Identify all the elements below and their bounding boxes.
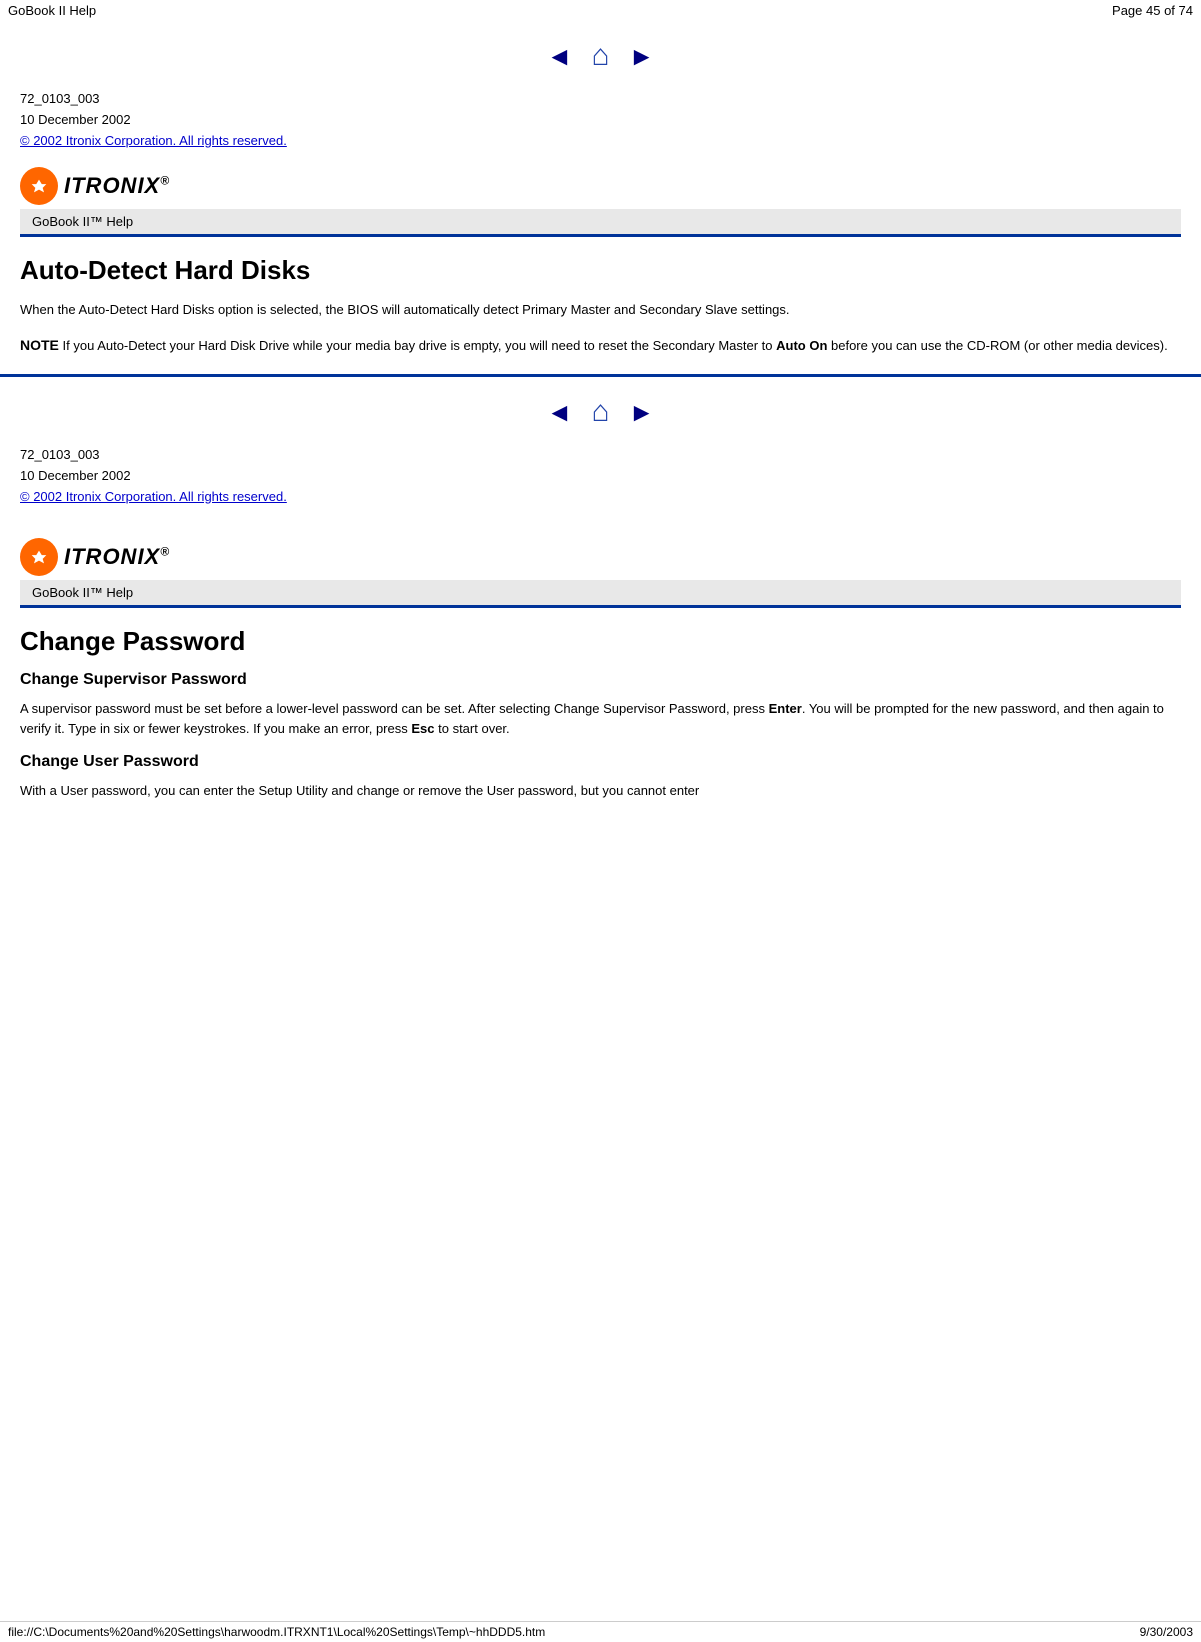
date: 9/30/2003 bbox=[1140, 1625, 1193, 1639]
registered-mark-1: ® bbox=[160, 174, 170, 188]
forward-icon-2[interactable]: ► bbox=[629, 397, 655, 427]
note-bold: Auto On bbox=[776, 338, 827, 353]
home-icon-2[interactable]: ⌂ bbox=[591, 395, 609, 428]
filepath: file://C:\Documents%20and%20Settings\har… bbox=[8, 1625, 545, 1639]
body1-part3: to start over. bbox=[435, 721, 510, 736]
subheading2: Change User Password bbox=[20, 753, 1181, 771]
note-text-2: before you can use the CD-ROM (or other … bbox=[827, 338, 1167, 353]
gobook-header-1: GoBook II™ Help bbox=[20, 209, 1181, 237]
logo-area-2: ITRONIX® bbox=[20, 538, 1181, 576]
top-bar: GoBook II Help Page 45 of 74 bbox=[0, 0, 1201, 21]
copyright-link-2[interactable]: © 2002 Itronix Corporation. All rights r… bbox=[20, 489, 287, 504]
gobook-header-2: GoBook II™ Help bbox=[20, 580, 1181, 608]
logo-text-2: ITRONIX® bbox=[64, 544, 170, 570]
subheading1: Change Supervisor Password bbox=[20, 671, 1181, 689]
logo-svg-1 bbox=[28, 175, 50, 197]
page-info: Page 45 of 74 bbox=[1112, 3, 1193, 18]
logo-svg-2 bbox=[28, 546, 50, 568]
forward-icon[interactable]: ► bbox=[629, 41, 655, 71]
section2-content: Change Password Change Supervisor Passwo… bbox=[0, 626, 1201, 801]
section1-note: NOTE If you Auto-Detect your Hard Disk D… bbox=[20, 335, 1181, 357]
status-bar: file://C:\Documents%20and%20Settings\har… bbox=[0, 1621, 1201, 1642]
section1-heading: Auto-Detect Hard Disks bbox=[20, 255, 1181, 286]
meta-info-2: 72_0103_003 10 December 2002 © 2002 Itro… bbox=[20, 445, 1181, 507]
doc-id-1: 72_0103_003 bbox=[20, 89, 1181, 110]
doc-id-2: 72_0103_003 bbox=[20, 445, 1181, 466]
section1-content: Auto-Detect Hard Disks When the Auto-Det… bbox=[0, 255, 1201, 356]
logo-circle-2 bbox=[20, 538, 58, 576]
logo-text-1: ITRONIX® bbox=[64, 173, 170, 199]
home-icon[interactable]: ⌂ bbox=[591, 39, 609, 72]
section2-body1: A supervisor password must be set before… bbox=[20, 699, 1181, 739]
back-icon[interactable]: ◄ bbox=[546, 41, 572, 71]
bottom-nav-icons-1[interactable]: ◄ ⌂ ► bbox=[0, 377, 1201, 439]
section2-heading: Change Password bbox=[20, 626, 1181, 657]
gobook-label-2: GoBook II™ Help bbox=[32, 585, 133, 600]
meta-info-1: 72_0103_003 10 December 2002 © 2002 Itro… bbox=[20, 89, 1181, 151]
logo-circle-1 bbox=[20, 167, 58, 205]
back-icon-2[interactable]: ◄ bbox=[546, 397, 572, 427]
copyright-link-1[interactable]: © 2002 Itronix Corporation. All rights r… bbox=[20, 133, 287, 148]
app-title: GoBook II Help bbox=[8, 3, 96, 18]
body1-bold2: Esc bbox=[411, 721, 434, 736]
note-label: NOTE bbox=[20, 337, 59, 353]
doc-date-2: 10 December 2002 bbox=[20, 466, 1181, 487]
section1-body1: When the Auto-Detect Hard Disks option i… bbox=[20, 300, 1181, 320]
section1-meta: 72_0103_003 10 December 2002 © 2002 Itro… bbox=[0, 89, 1201, 237]
note-text-1: If you Auto-Detect your Hard Disk Drive … bbox=[59, 338, 776, 353]
copyright-1[interactable]: © 2002 Itronix Corporation. All rights r… bbox=[20, 131, 1181, 152]
doc-date-1: 10 December 2002 bbox=[20, 110, 1181, 131]
gobook-label-1: GoBook II™ Help bbox=[32, 214, 133, 229]
top-nav-icons[interactable]: ◄ ⌂ ► bbox=[0, 21, 1201, 83]
body1-part1: A supervisor password must be set before… bbox=[20, 701, 769, 716]
body1-bold1: Enter bbox=[769, 701, 802, 716]
section2-body2: With a User password, you can enter the … bbox=[20, 781, 1181, 801]
logo-area-1: ITRONIX® bbox=[20, 167, 1181, 205]
section1-bottom-meta: 72_0103_003 10 December 2002 © 2002 Itro… bbox=[0, 445, 1201, 507]
registered-mark-2: ® bbox=[160, 544, 170, 558]
section2-logo-area: ITRONIX® GoBook II™ Help bbox=[0, 538, 1201, 608]
copyright-2[interactable]: © 2002 Itronix Corporation. All rights r… bbox=[20, 487, 1181, 508]
